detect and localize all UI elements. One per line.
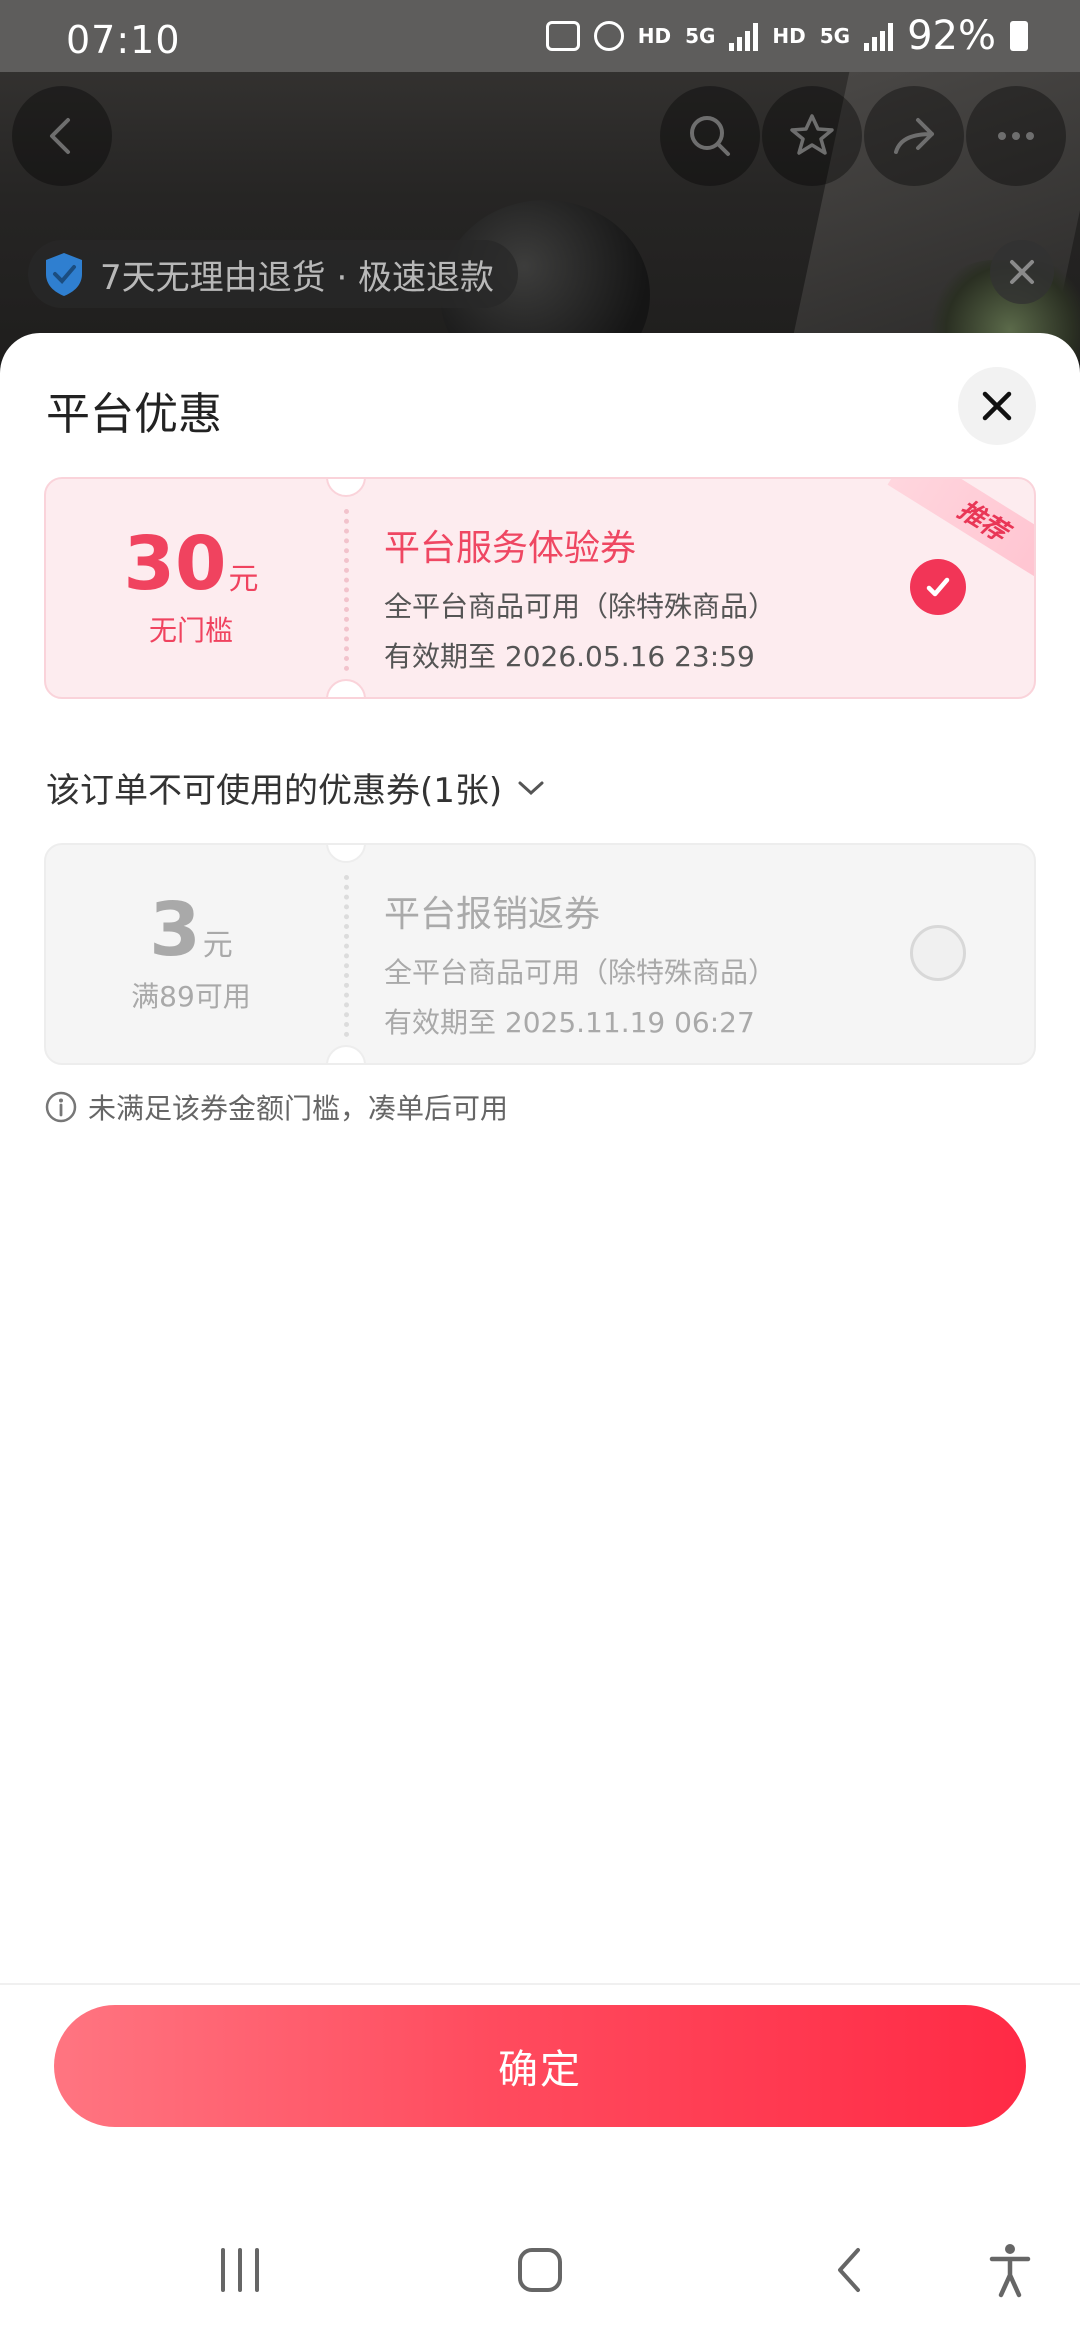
footer-divider	[0, 1983, 1080, 1985]
coupon-name: 平台报销返券	[384, 894, 601, 935]
share-icon	[894, 118, 934, 154]
coupon-expiry: 有效期至 2026.05.16 23:59	[384, 640, 755, 673]
check-icon	[926, 577, 950, 597]
alarm-icon	[593, 21, 624, 51]
signal-icon	[729, 21, 759, 51]
star-icon	[790, 114, 834, 155]
coupon-selected-checkbox[interactable]	[910, 559, 966, 615]
network-label: HD	[772, 24, 806, 48]
coupon-unselected-checkbox	[910, 925, 966, 981]
coupon-divider	[344, 509, 349, 671]
coupon-info: 平台报销返券 全平台商品可用（除特殊商品） 有效期至 2025.11.19 06…	[384, 885, 776, 1041]
unusable-tip: 未满足该券金额门槛，凑单后可用	[44, 1087, 508, 1127]
share-button[interactable]	[864, 86, 964, 186]
coupon-desc: 全平台商品可用（除特殊商品）	[384, 590, 777, 623]
network-label: HD	[637, 24, 672, 48]
guarantee-text: 7天无理由退货 · 极速退款	[100, 257, 495, 298]
coupon-amount: 3	[149, 887, 201, 973]
coupon-desc: 全平台商品可用（除特殊商品）	[384, 956, 777, 989]
confirm-button-label: 确定	[498, 2047, 582, 2093]
coupon-amount-block: 3 元 满89可用	[46, 845, 336, 1063]
coupon-info: 平台服务体验券 全平台商品可用（除特殊商品） 有效期至 2026.05.16 2…	[384, 519, 776, 675]
back-button[interactable]	[12, 86, 112, 186]
favorite-button[interactable]	[762, 86, 862, 186]
coupon-unit: 元	[228, 562, 259, 597]
recommended-badge-text: 推荐	[952, 494, 1013, 548]
coupon-amount-block: 30 元 无门槛	[46, 479, 336, 697]
guarantee-close-button[interactable]	[990, 240, 1054, 304]
system-navigation-bar	[0, 2200, 1080, 2340]
guarantee-banner: 7天无理由退货 · 极速退款	[28, 240, 519, 308]
chat-sync-icon	[545, 21, 580, 51]
home-icon	[518, 2248, 562, 2292]
sheet-close-button[interactable]	[958, 367, 1036, 445]
chevron-down-icon	[518, 781, 544, 795]
search-icon	[690, 116, 730, 156]
close-icon	[1010, 260, 1034, 284]
coupon-condition: 无门槛	[148, 614, 233, 647]
coupon-card-unavailable: 3 元 满89可用 平台报销返券 全平台商品可用（除特殊商品） 有效期至 202…	[44, 843, 1036, 1065]
network-type: 5G	[685, 24, 716, 48]
unusable-tip-text: 未满足该券金额门槛，凑单后可用	[88, 1092, 509, 1125]
close-icon	[982, 391, 1012, 421]
coupon-condition: 满89可用	[131, 980, 251, 1013]
status-time: 07:10	[66, 18, 181, 62]
coupon-card-selected[interactable]: 30 元 无门槛 平台服务体验券 全平台商品可用（除特殊商品） 有效期至 202…	[44, 477, 1036, 699]
unusable-section-title: 该订单不可使用的优惠券(1张)	[46, 771, 503, 811]
back-icon	[50, 118, 70, 154]
recents-icon	[221, 2248, 259, 2292]
status-icons: HD 5G HD 5G 92%	[545, 13, 1028, 59]
more-button[interactable]	[966, 86, 1066, 186]
unusable-coupons-toggle[interactable]: 该订单不可使用的优惠券(1张)	[46, 763, 546, 812]
recents-button[interactable]	[210, 2240, 270, 2300]
sheet-title: 平台优惠	[46, 389, 222, 440]
home-button[interactable]	[510, 2240, 570, 2300]
system-back-button[interactable]	[820, 2240, 880, 2300]
accessibility-icon	[989, 2244, 1031, 2298]
signal-icon	[864, 21, 894, 51]
battery-percent: 92%	[907, 13, 996, 59]
battery-icon	[1010, 21, 1028, 51]
info-icon	[45, 1091, 77, 1123]
status-bar: 07:10 HD 5G HD 5G 92%	[0, 0, 1080, 72]
accessibility-button[interactable]	[980, 2240, 1040, 2300]
network-type: 5G	[819, 24, 851, 48]
coupon-divider	[344, 875, 349, 1037]
back-icon	[838, 2248, 860, 2292]
coupon-unit: 元	[202, 928, 233, 963]
coupon-name: 平台服务体验券	[384, 528, 637, 569]
search-button[interactable]	[660, 86, 760, 186]
shield-icon	[46, 253, 82, 296]
more-icon	[998, 132, 1034, 140]
platform-discount-sheet: 平台优惠 30 元 无门槛 平台服务体验券 全平台商品可用（除特殊商品） 有效期…	[0, 333, 1080, 2340]
confirm-button[interactable]: 确定	[54, 2005, 1026, 2127]
coupon-expiry: 有效期至 2025.11.19 06:27	[384, 1006, 755, 1039]
coupon-amount: 30	[123, 521, 227, 607]
